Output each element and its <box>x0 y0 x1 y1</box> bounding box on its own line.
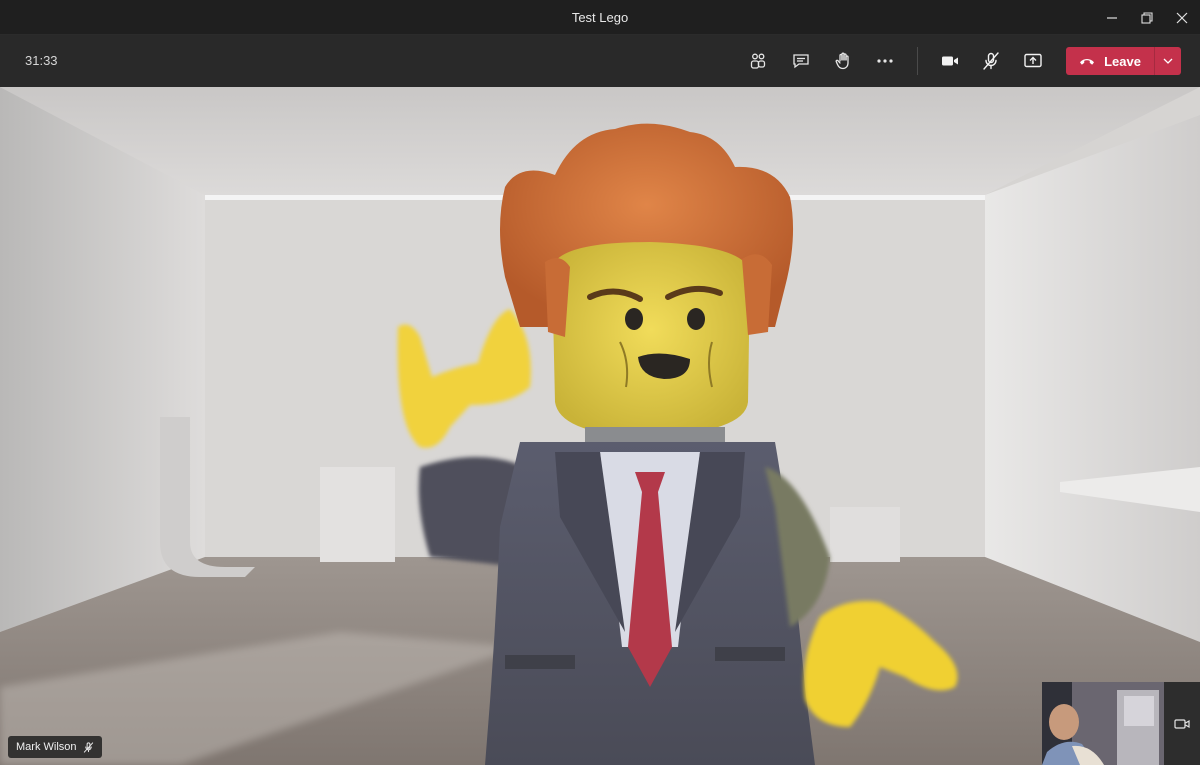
teams-meeting-window: Test Lego 31:33 Leave Mark Wilson <box>0 0 1200 765</box>
minimize-button[interactable] <box>1092 0 1132 35</box>
window-title: Test Lego <box>571 10 629 25</box>
minimize-icon <box>1107 16 1117 19</box>
participant-name-tag: Mark Wilson <box>8 736 102 758</box>
meeting-timer: 31:33 <box>25 53 58 68</box>
close-icon <box>1176 12 1188 23</box>
chat-button[interactable] <box>784 45 818 77</box>
leave-button-group: Leave <box>1066 47 1181 75</box>
restore-button[interactable] <box>1127 0 1167 35</box>
more-options-icon <box>877 59 893 63</box>
title-bar: Test Lego <box>0 0 1200 35</box>
video-stage: Mark Wilson <box>0 87 1200 765</box>
self-view-image <box>1042 682 1164 765</box>
leave-button[interactable]: Leave <box>1066 47 1154 75</box>
chat-icon <box>793 54 809 69</box>
toolbar-divider <box>917 47 918 75</box>
leave-options-button[interactable] <box>1155 47 1181 75</box>
mic-muted-icon <box>83 741 93 753</box>
camera-switch-icon <box>1174 718 1190 729</box>
raise-hand-button[interactable] <box>826 45 860 77</box>
share-screen-icon <box>1024 53 1042 68</box>
participant-video <box>0 87 1200 765</box>
meeting-toolbar: 31:33 Leave <box>0 35 1200 87</box>
chevron-down-icon <box>1163 58 1173 64</box>
self-view-camera-toggle[interactable] <box>1164 682 1200 765</box>
share-screen-button[interactable] <box>1016 45 1050 77</box>
more-options-button[interactable] <box>868 45 902 77</box>
leave-label: Leave <box>1104 53 1141 69</box>
self-view-video[interactable] <box>1042 682 1164 765</box>
mic-button[interactable] <box>974 45 1008 77</box>
camera-button[interactable] <box>933 45 967 77</box>
mic-off-icon <box>983 52 999 70</box>
restore-icon <box>1141 11 1153 24</box>
participant-name: Mark Wilson <box>16 741 77 753</box>
raise-hand-icon <box>835 52 849 70</box>
participants-icon <box>750 53 766 69</box>
camera-icon <box>942 56 958 66</box>
participants-button[interactable] <box>741 45 775 77</box>
hang-up-icon <box>1080 59 1095 65</box>
close-button[interactable] <box>1162 0 1200 35</box>
